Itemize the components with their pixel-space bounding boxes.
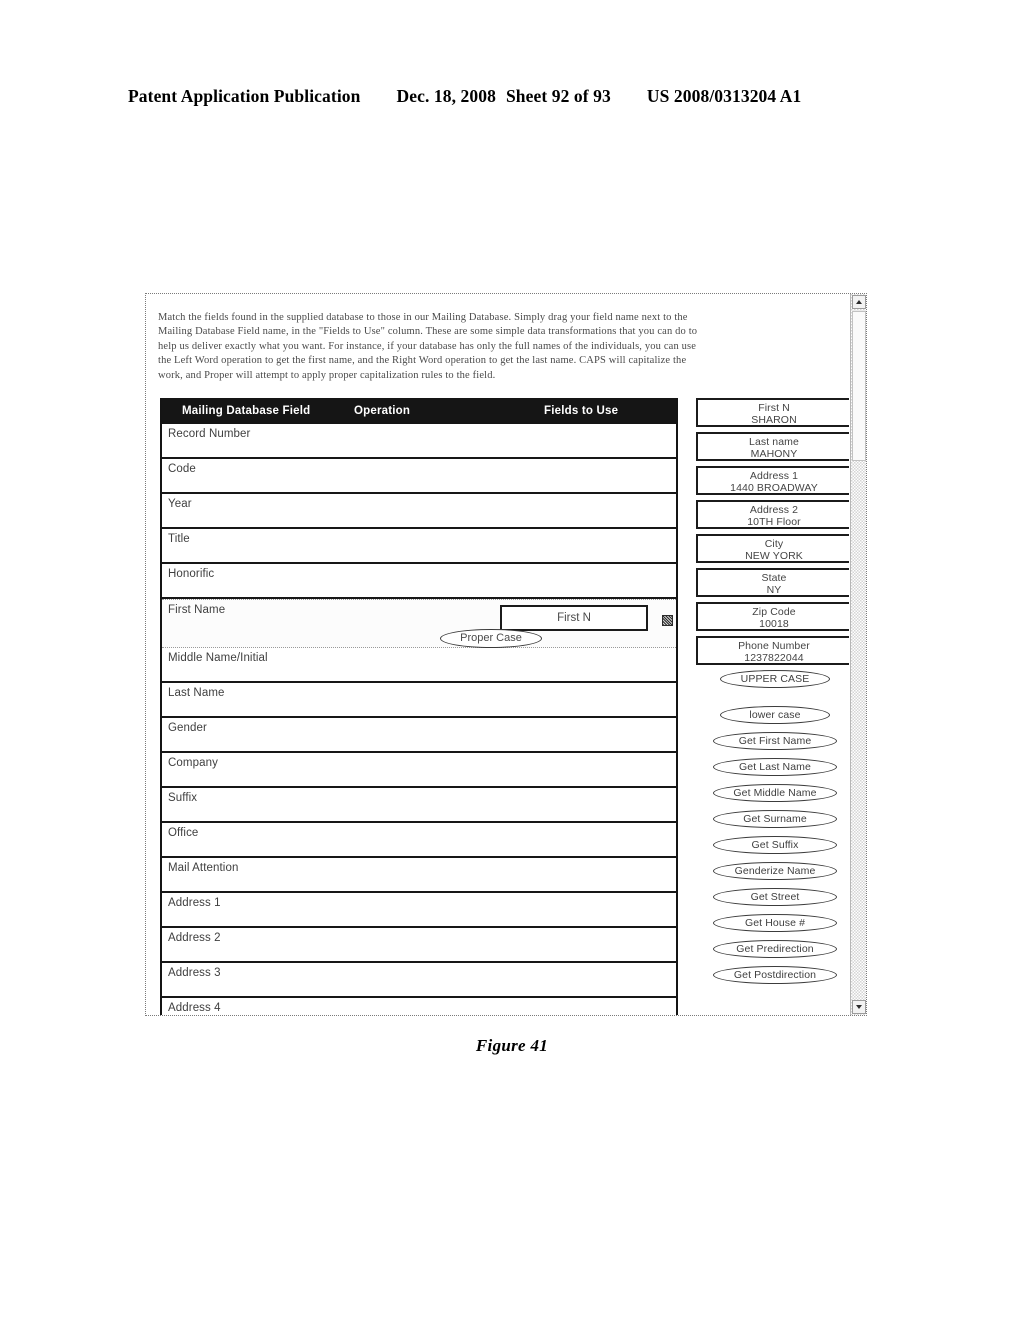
source-field-sample-value: 10018 [759,618,789,630]
column-header-fields-to-use: Fields to Use [544,405,619,417]
table-row[interactable]: Address 3 [162,963,676,998]
scroll-down-button[interactable] [852,1000,866,1014]
source-field-palette: First N SHARON Last name MAHONY Address 1 144… [696,398,849,992]
patent-page-header: Patent Application Publication Dec. 18, … [128,86,896,112]
source-field-name: City [764,538,784,550]
operation-pill[interactable]: Get Last Name [713,758,837,776]
mailing-database-field-label: Code [168,463,196,475]
source-field-name: Address 1 [749,470,799,482]
operation-pill-list: UPPER CASE lower case Get First Name Get La… [696,670,849,984]
mailing-database-field-label: Year [168,498,192,510]
table-row[interactable]: Honorific [162,564,676,599]
dialog-content-area: Match the fields found in the supplied d… [146,294,849,1015]
mailing-database-field-table: Mailing Database Field Operation Fields … [160,398,678,1015]
source-field-card[interactable]: Address 1 1440 BROADWAY [696,466,849,495]
source-field-sample-value: NEW YORK [745,550,803,562]
table-row[interactable]: Mail Attention [162,858,676,893]
source-field-sample-value: NY [766,584,782,596]
table-row[interactable]: Address 2 [162,928,676,963]
source-field-card[interactable]: Zip Code 10018 [696,602,849,631]
field-mapping-dialog: Match the fields found in the supplied d… [145,293,867,1016]
field-match-area: Mailing Database Field Operation Fields … [160,398,849,1015]
mailing-database-field-label: Record Number [168,428,251,440]
operation-pill[interactable]: Get Suffix [713,836,837,854]
mailing-database-field-label: Suffix [168,792,198,804]
table-row[interactable]: First Name First N Proper Case [162,599,676,648]
source-field-card[interactable]: Last name MAHONY [696,432,849,461]
table-row[interactable]: Last Name [162,683,676,718]
assigned-field-box[interactable]: First N [500,605,648,631]
mailing-database-field-label: Honorific [168,568,215,580]
publication-label: Patent Application Publication [128,86,361,106]
mailing-database-field-label: Company [168,757,218,769]
source-field-list: First N SHARON Last name MAHONY Address 1 144… [696,398,849,665]
mailing-database-field-label: Last Name [168,687,225,699]
table-row[interactable]: Year [162,494,676,529]
source-field-sample-value: 1440 BROADWAY [730,482,818,494]
operation-pill[interactable]: Genderize Name [713,862,837,880]
field-options-handle-icon[interactable] [662,615,673,626]
publication-date: Dec. 18, 2008 [396,86,496,106]
source-field-sample-value: 10TH Floor [747,516,801,528]
source-field-sample-value: 1237822044 [744,652,804,664]
mailing-database-field-label: Middle Name/Initial [168,652,268,664]
source-field-name: Phone Number [738,640,810,652]
mailing-database-field-label: First Name [168,604,226,616]
table-row[interactable]: Company [162,753,676,788]
table-row[interactable]: Code [162,459,676,494]
operation-pill[interactable]: Get Postdirection [713,966,837,984]
table-row[interactable]: Address 4 [162,998,676,1015]
source-field-name: Zip Code [752,606,796,618]
table-row[interactable]: Address 1 [162,893,676,928]
operation-pill[interactable]: Get Surname [713,810,837,828]
scroll-up-button[interactable] [852,295,866,309]
table-row[interactable]: Suffix [162,788,676,823]
instructions-text: Match the fields found in the supplied d… [158,311,698,381]
operation-pill[interactable]: UPPER CASE [720,670,830,688]
table-row[interactable]: Title [162,529,676,564]
source-field-card[interactable]: City NEW YORK [696,534,849,563]
source-field-name: Address 2 [749,504,799,516]
mailing-database-field-label: Address 2 [168,932,221,944]
operation-pill[interactable]: Get First Name [713,732,837,750]
figure-caption: Figure 41 [475,1036,549,1055]
source-field-sample-value: MAHONY [750,448,798,460]
operation-pill[interactable]: lower case [720,706,830,724]
chevron-down-icon [856,1005,862,1009]
operation-pill[interactable]: Get Predirection [713,940,837,958]
operation-pill[interactable]: Get Middle Name [713,784,837,802]
table-row[interactable]: Record Number [162,424,676,459]
table-row[interactable]: Middle Name/Initial [162,648,676,683]
assigned-operation-pill[interactable]: Proper Case [440,629,542,648]
mailing-database-field-label: Gender [168,722,207,734]
source-field-card[interactable]: Phone Number 1237822044 [696,636,849,665]
operation-pill[interactable]: Get Street [713,888,837,906]
source-field-card[interactable]: State NY [696,568,849,597]
vertical-scrollbar[interactable] [850,294,866,1015]
column-header-operation: Operation [354,405,411,417]
source-field-name: State [761,572,787,584]
source-field-card[interactable]: Address 2 10TH Floor [696,500,849,529]
source-field-sample-value: SHARON [751,414,797,426]
table-row[interactable]: Office [162,823,676,858]
mailing-database-field-label: Address 4 [168,1002,221,1014]
mailing-database-field-label: Office [168,827,199,839]
source-field-card[interactable]: First N SHARON [696,398,849,427]
mailing-database-field-label: Address 1 [168,897,221,909]
table-body: Record Number Code Year Title Honorific First… [162,424,676,1015]
scrollbar-thumb[interactable] [852,311,866,461]
mailing-database-field-label: Mail Attention [168,862,239,874]
operation-pill[interactable]: Get House # [713,914,837,932]
chevron-up-icon [856,300,862,304]
patent-number: US 2008/0313204 A1 [646,86,802,106]
mailing-database-field-label: Title [168,533,190,545]
source-field-name: First N [758,402,790,414]
sheet-number: Sheet 92 of 93 [505,86,611,106]
table-row[interactable]: Gender [162,718,676,753]
column-header-mailing-database-field: Mailing Database Field [182,405,311,417]
mailing-database-field-label: Address 3 [168,967,221,979]
table-header-row: Mailing Database Field Operation Fields … [162,398,676,424]
source-field-name: Last name [749,436,799,448]
